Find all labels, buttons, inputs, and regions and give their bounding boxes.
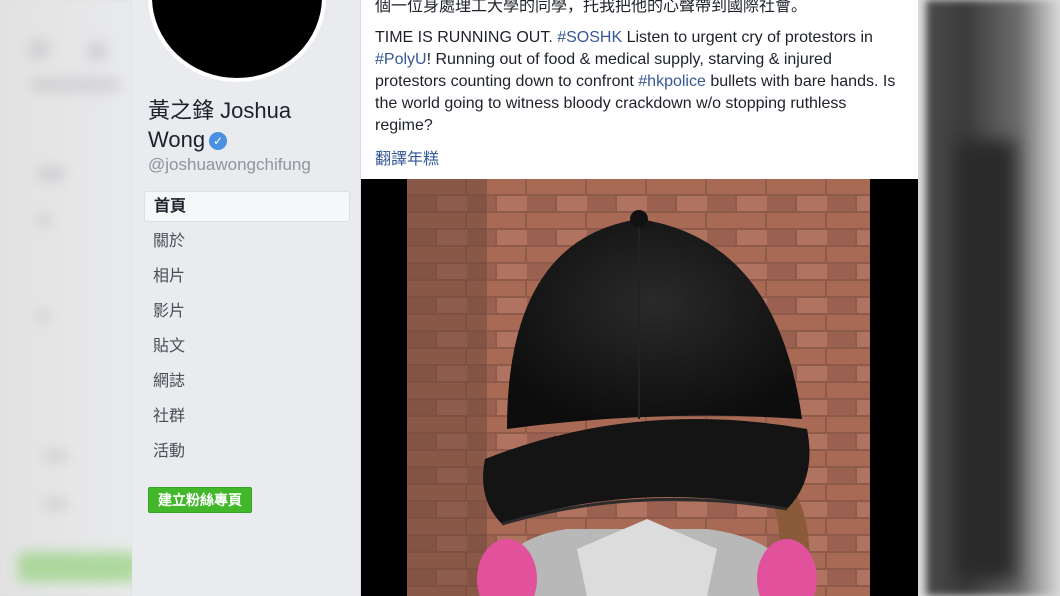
hashtag-polyu[interactable]: #PolyU [375, 51, 427, 68]
page-name-line1: 黃之鋒 Joshua [148, 98, 292, 123]
nav-item-notes[interactable]: 網誌 [144, 366, 350, 397]
post-english-text: TIME IS RUNNING OUT. #SOSHK Listen to ur… [375, 27, 905, 137]
blurred-background-right [926, 0, 1060, 596]
blurred-background-left [0, 0, 138, 596]
nav-item-home[interactable]: 首頁 [144, 191, 350, 222]
hashtag-soshk[interactable]: #SOSHK [557, 29, 622, 46]
page-username: @joshuawongchifung [148, 155, 311, 174]
post-text-part1: TIME IS RUNNING OUT. [375, 29, 558, 46]
profile-sidebar: 黃之鋒 Joshua Wong ✓ @joshuawongchifung 首頁 關… [132, 0, 360, 596]
post-text-part2: Listen to urgent cry of protestors in [622, 29, 873, 46]
photo-cap-mask-image [407, 179, 870, 596]
translate-link[interactable]: 翻譯年糕 [375, 145, 439, 169]
create-page-button[interactable]: 建立粉絲專頁 [148, 487, 252, 513]
post-chinese-text: 個一位身處理工大學的同學，托我把他的心聲帶到國際社會。 [375, 0, 808, 15]
nav-item-photos[interactable]: 相片 [144, 261, 350, 292]
post-card: 個一位身處理工大學的同學，托我把他的心聲帶到國際社會。 TIME IS RUNN… [361, 0, 918, 596]
page-nav: 首頁 關於 相片 影片 貼文 網誌 社群 活動 [144, 191, 350, 471]
nav-item-posts[interactable]: 貼文 [144, 331, 350, 362]
page-name-line2: Wong [148, 127, 206, 152]
profile-avatar[interactable] [152, 0, 322, 78]
page-title[interactable]: 黃之鋒 Joshua Wong ✓ [148, 96, 348, 154]
nav-item-events[interactable]: 活動 [144, 436, 350, 467]
hashtag-hkpolice[interactable]: #hkpolice [638, 73, 706, 90]
nav-item-about[interactable]: 關於 [144, 226, 350, 257]
nav-item-videos[interactable]: 影片 [144, 296, 350, 327]
post-photo[interactable] [361, 179, 918, 596]
verified-check-icon: ✓ [209, 132, 228, 150]
nav-item-community[interactable]: 社群 [144, 401, 350, 432]
